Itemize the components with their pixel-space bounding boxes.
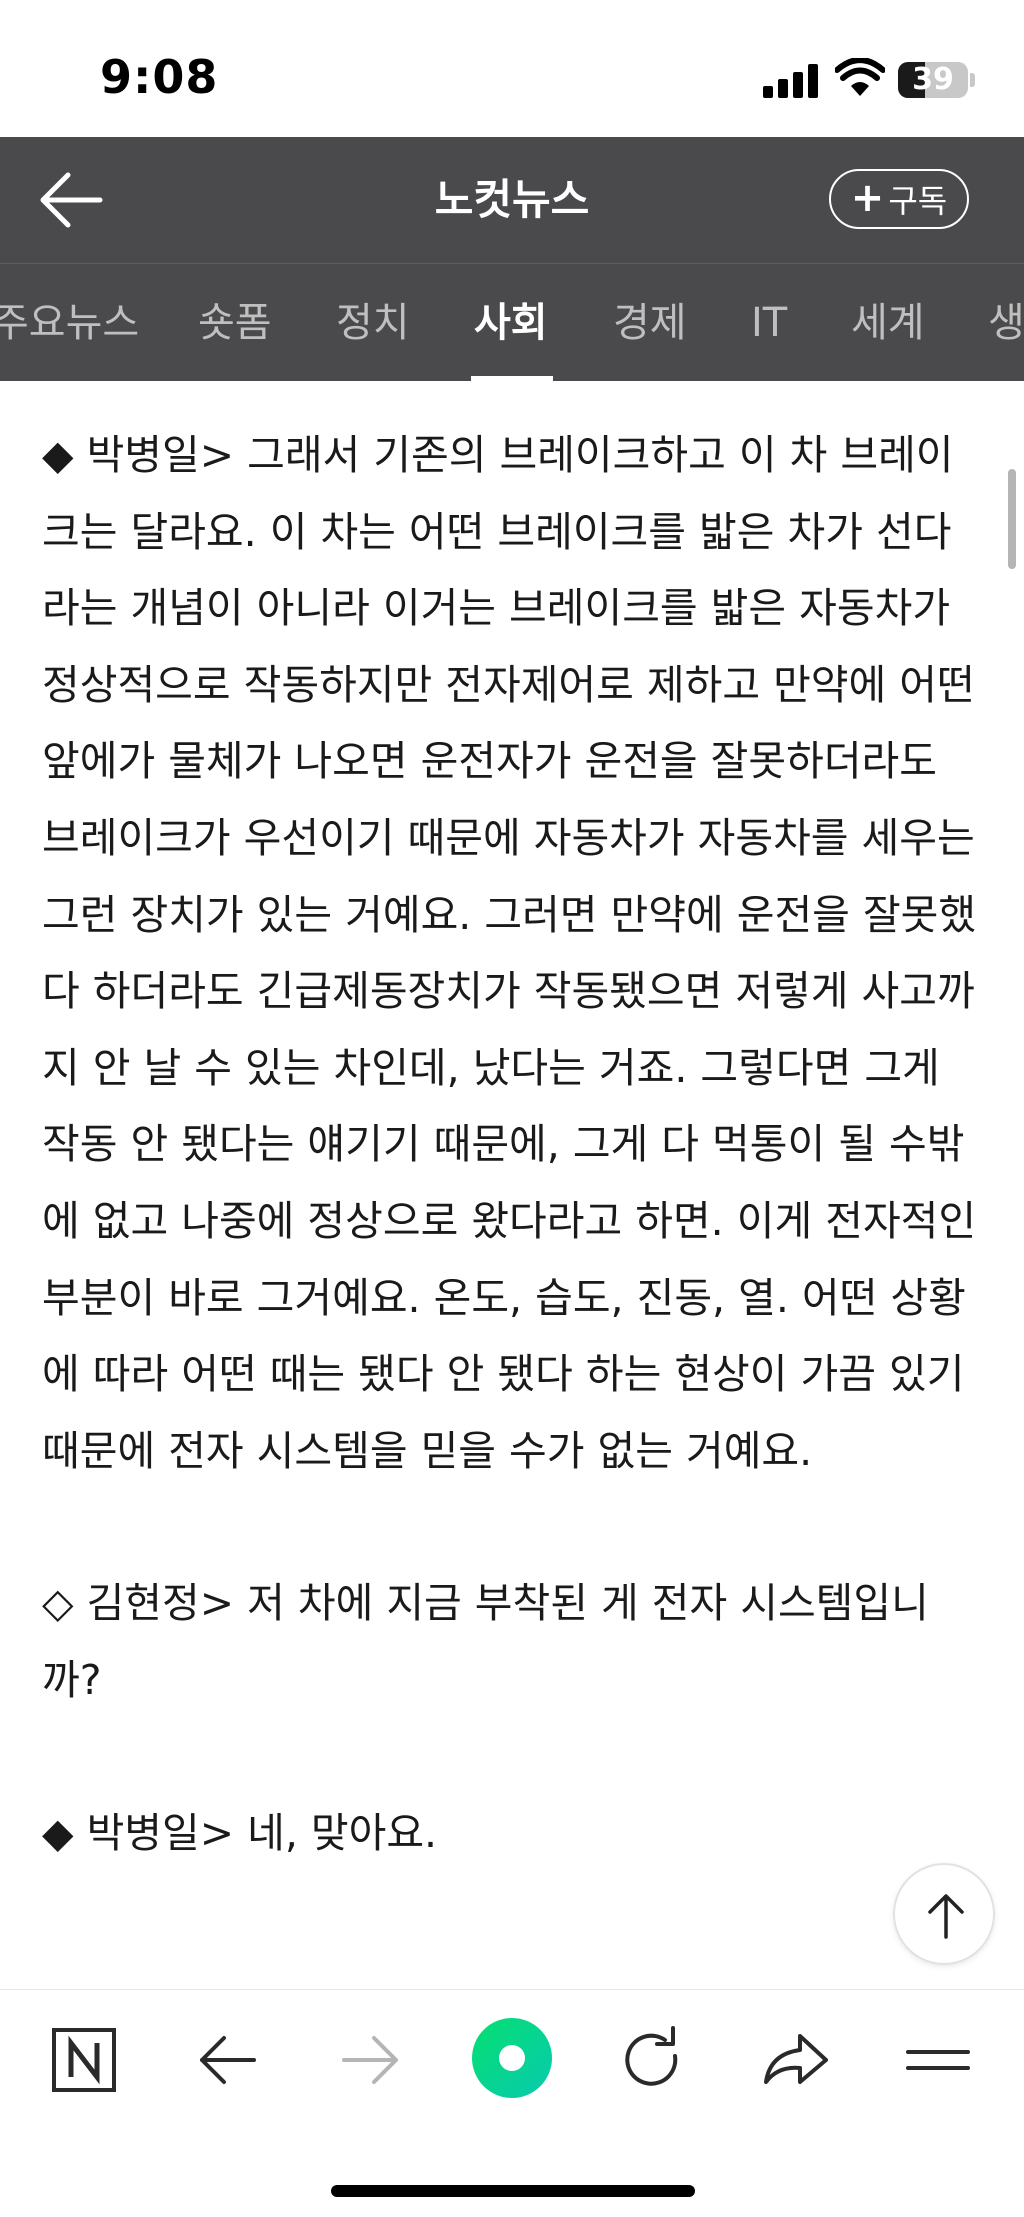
status-bar: 9:08 39	[0, 0, 1024, 137]
home-indicator	[331, 2185, 695, 2197]
tab-economy[interactable]: 경제	[613, 264, 687, 381]
tab-shortform[interactable]: 숏폼	[198, 264, 272, 381]
bottom-toolbar	[0, 1989, 1024, 2217]
tab-main-news[interactable]: 주요뉴스	[0, 264, 139, 381]
article-content: ◆ 박병일> 그래서 기존의 브레이크하고 이 차 브레이크는 달라요. 이 차…	[0, 381, 1024, 1989]
cellular-signal-icon	[763, 64, 819, 98]
category-tabs: 주요뉴스 숏폼 정치 사회 경제 IT 세계 생	[0, 263, 1024, 381]
wifi-icon	[835, 58, 885, 96]
subscribe-label: 구독	[888, 182, 948, 220]
article-paragraph: ◇ 김현정> 저 차에 지금 부착된 게 전자 시스템입니까?	[42, 1579, 929, 1704]
battery-nub	[970, 73, 975, 87]
plus-icon: +	[850, 175, 885, 221]
article-body: ◆ 박병일> 그래서 기존의 브레이크하고 이 차 브레이크는 달라요. 이 차…	[42, 417, 986, 1947]
naver-home-icon[interactable]	[44, 2020, 124, 2100]
battery-level: 39	[912, 62, 954, 97]
arrow-up-icon	[928, 1894, 964, 1939]
back-icon[interactable]	[188, 2020, 268, 2100]
subscribe-button[interactable]: + 구독	[829, 169, 969, 229]
tab-world[interactable]: 세계	[851, 264, 925, 381]
tab-life[interactable]: 생	[988, 264, 1024, 381]
article-paragraph: ◆ 박병일> 그래서 기존의 브레이크하고 이 차 브레이크는 달라요. 이 차…	[42, 431, 977, 1475]
share-icon[interactable]	[756, 2020, 836, 2100]
scrollbar[interactable]	[1008, 469, 1016, 569]
tab-society[interactable]: 사회	[474, 264, 548, 381]
article-paragraph: ◆ 박병일> 네, 맞아요.	[42, 1808, 438, 1857]
tab-politics[interactable]: 정치	[336, 264, 410, 381]
battery-icon: 39	[898, 62, 968, 98]
tab-it[interactable]: IT	[751, 264, 787, 381]
green-dot-icon[interactable]	[471, 2017, 553, 2099]
refresh-icon[interactable]	[613, 2020, 693, 2100]
status-time: 9:08	[100, 50, 219, 104]
menu-icon[interactable]	[898, 2020, 978, 2100]
app-header: 노컷뉴스 + 구독	[0, 137, 1024, 263]
scroll-to-top-button[interactable]	[893, 1863, 995, 1965]
forward-icon[interactable]	[330, 2020, 410, 2100]
